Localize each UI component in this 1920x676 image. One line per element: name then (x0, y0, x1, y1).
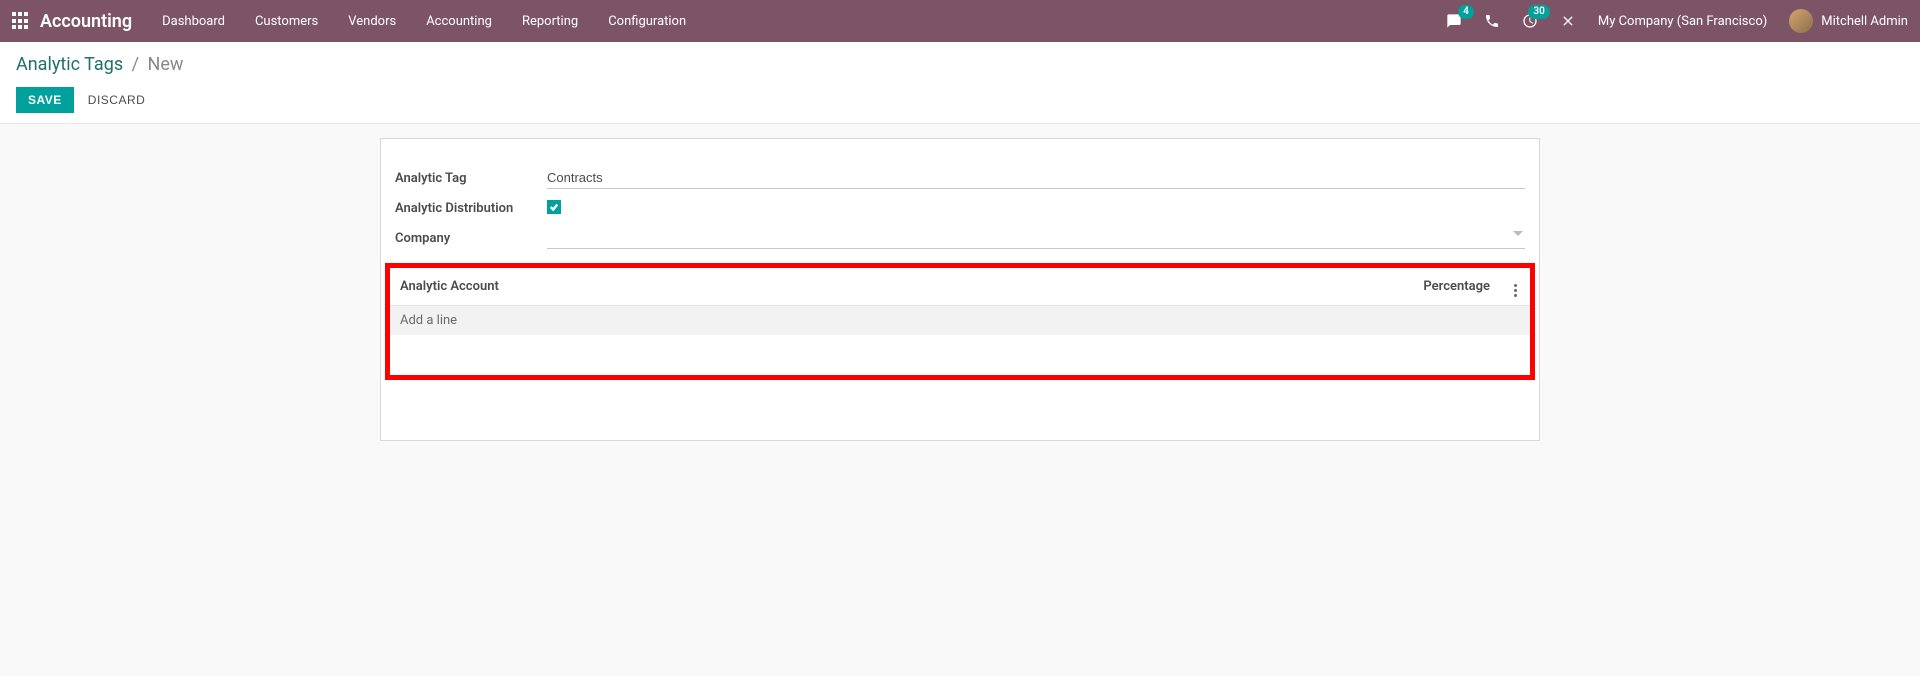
row-analytic-tag: Analytic Tag (381, 163, 1539, 193)
company-dropdown[interactable] (547, 227, 1525, 249)
navbar-left: Accounting Dashboard Customers Vendors A… (12, 11, 686, 32)
label-analytic-tag: Analytic Tag (395, 171, 547, 186)
discard-button[interactable]: DISCARD (84, 87, 150, 113)
phone-icon[interactable] (1484, 13, 1500, 29)
control-buttons: SAVE DISCARD (16, 87, 1904, 113)
field-analytic-tag (547, 167, 1525, 189)
chat-icon[interactable]: 4 (1446, 13, 1462, 29)
row-distribution: Analytic Distribution (381, 193, 1539, 223)
user-menu[interactable]: Mitchell Admin (1789, 9, 1908, 33)
breadcrumb: Analytic Tags / New (16, 54, 1904, 75)
field-company (547, 227, 1525, 249)
nav-item-reporting[interactable]: Reporting (522, 14, 578, 29)
label-distribution: Analytic Distribution (395, 201, 547, 216)
nav-menu: Dashboard Customers Vendors Accounting R… (162, 14, 686, 29)
label-company: Company (395, 231, 547, 246)
distribution-table-highlight: Analytic Account Percentage Add a line (385, 263, 1535, 380)
nav-item-dashboard[interactable]: Dashboard (162, 14, 225, 29)
chevron-down-icon (1513, 231, 1523, 236)
analytic-tag-input[interactable] (547, 167, 1525, 189)
chat-badge: 4 (1458, 5, 1474, 19)
add-line-cell: Add a line (390, 306, 1530, 336)
navbar-right: 4 30 My Company (San Francisco) Mitchell… (1446, 9, 1908, 33)
top-navbar: Accounting Dashboard Customers Vendors A… (0, 0, 1920, 42)
control-panel: Analytic Tags / New SAVE DISCARD (0, 42, 1920, 124)
distribution-table: Analytic Account Percentage Add a line (390, 268, 1530, 335)
form-sheet: Analytic Tag Analytic Distribution Compa… (380, 138, 1540, 441)
sheet-wrapper: Analytic Tag Analytic Distribution Compa… (0, 124, 1920, 441)
distribution-checkbox[interactable] (547, 200, 561, 214)
save-button[interactable]: SAVE (16, 87, 74, 113)
activity-badge: 30 (1528, 5, 1549, 19)
user-name: Mitchell Admin (1821, 14, 1908, 29)
kebab-icon (1514, 284, 1517, 297)
th-analytic-account: Analytic Account (390, 268, 1032, 306)
th-percentage: Percentage (1032, 268, 1500, 306)
breadcrumb-link[interactable]: Analytic Tags (16, 54, 123, 75)
nav-item-customers[interactable]: Customers (255, 14, 318, 29)
nav-item-configuration[interactable]: Configuration (608, 14, 686, 29)
app-title[interactable]: Accounting (40, 11, 132, 32)
th-options[interactable] (1500, 268, 1530, 306)
field-distribution (547, 200, 1525, 216)
avatar (1789, 9, 1813, 33)
close-icon[interactable] (1560, 13, 1576, 29)
activity-icon[interactable]: 30 (1522, 13, 1538, 29)
row-company: Company (381, 223, 1539, 253)
nav-item-vendors[interactable]: Vendors (348, 14, 396, 29)
breadcrumb-current: New (147, 54, 183, 75)
breadcrumb-separator: / (132, 54, 139, 75)
apps-grid-icon[interactable] (12, 12, 30, 30)
company-selector[interactable]: My Company (San Francisco) (1598, 14, 1767, 29)
nav-item-accounting[interactable]: Accounting (426, 14, 492, 29)
add-line-row[interactable]: Add a line (390, 306, 1530, 336)
